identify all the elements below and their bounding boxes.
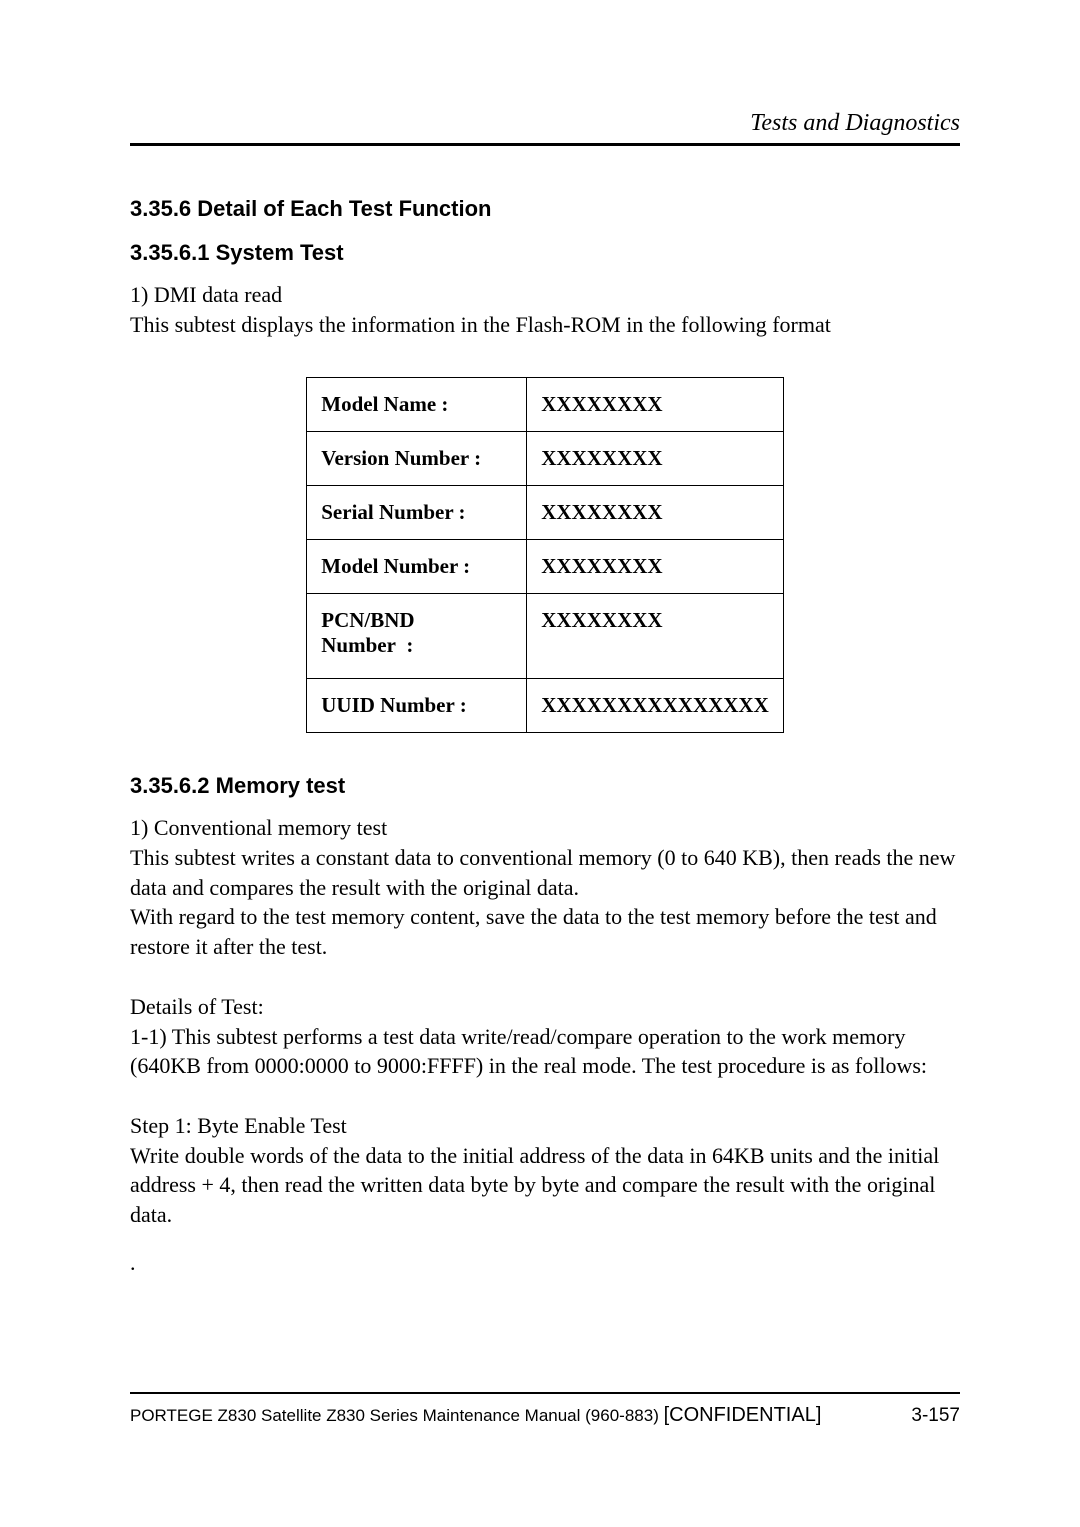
memtest-item1-p2: With regard to the test memory content, … xyxy=(130,902,960,961)
table-row: Serial Number : XXXXXXXX xyxy=(307,486,783,540)
memtest-item1-title: 1) Conventional memory test xyxy=(130,813,960,843)
chapter-title: Tests and Diagnostics xyxy=(750,110,960,136)
step1-p1: Write double words of the data to the in… xyxy=(130,1141,960,1230)
footer-left: PORTEGE Z830 Satellite Z830 Series Maint… xyxy=(130,1404,821,1427)
dmi-label-uuid: UUID Number : xyxy=(307,679,527,733)
dmi-value-serial-number: XXXXXXXX xyxy=(527,486,783,540)
details-p1: 1-1) This subtest performs a test data w… xyxy=(130,1022,960,1081)
dmi-label-model-number: Model Number : xyxy=(307,540,527,594)
document-page: Tests and Diagnostics 3.35.6 Detail of E… xyxy=(0,0,1080,1277)
table-row: Model Number : XXXXXXXX xyxy=(307,540,783,594)
dmi-data-table: Model Name : XXXXXXXX Version Number : X… xyxy=(306,377,783,733)
dmi-value-pcn-bnd: XXXXXXXX xyxy=(527,594,783,679)
table-row: UUID Number : XXXXXXXXXXXXXXX xyxy=(307,679,783,733)
section-heading-3-35-6-2: 3.35.6.2 Memory test xyxy=(130,773,960,799)
dmi-label-serial-number: Serial Number : xyxy=(307,486,527,540)
dmi-value-version-number: XXXXXXXX xyxy=(527,432,783,486)
table-row: Version Number : XXXXXXXX xyxy=(307,432,783,486)
dmi-read-title: 1) DMI data read xyxy=(130,280,960,310)
page-header: Tests and Diagnostics xyxy=(130,110,960,146)
details-heading: Details of Test: xyxy=(130,992,960,1022)
dmi-label-pcn-bnd: PCN/BNDNumber : xyxy=(307,594,527,679)
memtest-item1-p1: This subtest writes a constant data to c… xyxy=(130,843,960,902)
footer-manual: PORTEGE Z830 Satellite Z830 Series Maint… xyxy=(130,1406,664,1425)
section-3-35-6: 3.35.6 Detail of Each Test Function 3.35… xyxy=(130,196,960,1277)
footer-page-number: 3-157 xyxy=(911,1405,960,1427)
step1-heading: Step 1: Byte Enable Test xyxy=(130,1111,960,1141)
dmi-value-model-name: XXXXXXXX xyxy=(527,378,783,432)
dmi-label-version-number: Version Number : xyxy=(307,432,527,486)
dmi-value-model-number: XXXXXXXX xyxy=(527,540,783,594)
section-heading-3-35-6-1: 3.35.6.1 System Test xyxy=(130,240,960,266)
dmi-value-uuid: XXXXXXXXXXXXXXX xyxy=(527,679,783,733)
dmi-label-model-name: Model Name : xyxy=(307,378,527,432)
section-heading-3-35-6: 3.35.6 Detail of Each Test Function xyxy=(130,196,960,222)
footer-confidential: [CONFIDENTIAL] xyxy=(664,1404,822,1426)
table-row: Model Name : XXXXXXXX xyxy=(307,378,783,432)
table-row: PCN/BNDNumber : XXXXXXXX xyxy=(307,594,783,679)
page-footer: PORTEGE Z830 Satellite Z830 Series Maint… xyxy=(130,1392,960,1427)
trailing-dot: . xyxy=(130,1248,960,1278)
dmi-read-desc: This subtest displays the information in… xyxy=(130,310,960,340)
